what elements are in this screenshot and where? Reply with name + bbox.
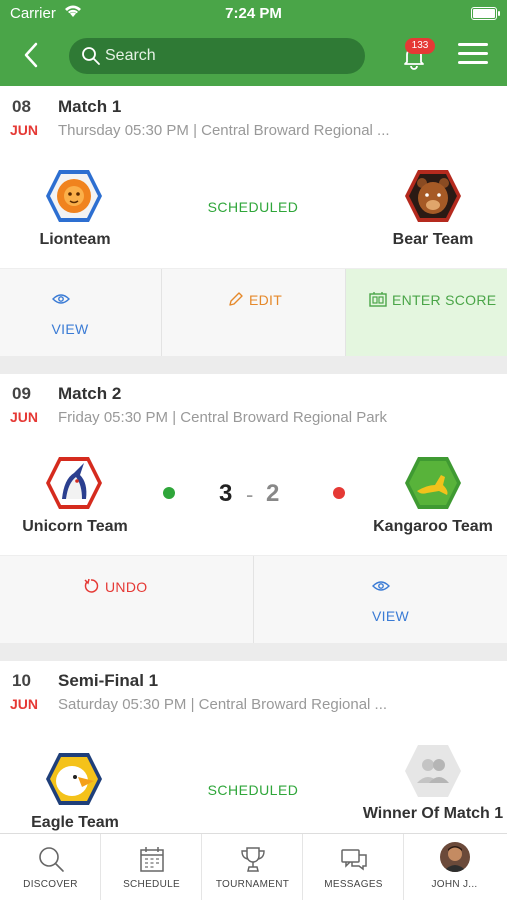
match-card[interactable]: 08 JUN Match 1 Thursday 05:30 PM | Centr… [0, 86, 507, 357]
home-team-name: Unicorn Team [22, 518, 128, 535]
eye-icon [372, 581, 390, 591]
unicorn-team-logo [46, 457, 102, 509]
undo-icon [84, 578, 99, 593]
lion-team-logo [46, 170, 102, 222]
match-status: SCHEDULED [207, 782, 299, 798]
away-team-name: Winner Of Match 1 [362, 805, 504, 822]
tab-label: MESSAGES [324, 879, 383, 890]
match-subtitle: Saturday 05:30 PM | Central Broward Regi… [58, 696, 388, 713]
avatar [440, 842, 470, 872]
tab-tournament[interactable]: TOURNAMENT [202, 834, 303, 900]
undo-button[interactable]: UNDO [0, 556, 254, 644]
score-separator: - [246, 482, 254, 507]
bear-team-logo [405, 170, 461, 222]
tab-profile[interactable]: JOHN J... [404, 834, 507, 900]
match-day: 10 [12, 671, 31, 690]
search-icon [39, 847, 64, 872]
view-button[interactable]: VIEW [254, 556, 507, 644]
match-title: Match 1 [58, 97, 122, 116]
view-label: VIEW [51, 321, 89, 337]
tab-schedule[interactable]: SCHEDULE [101, 834, 202, 900]
section-separator [0, 356, 507, 374]
away-indicator-dot [333, 487, 345, 499]
search-icon [82, 47, 100, 65]
search-bar[interactable] [69, 38, 365, 74]
match-month: JUN [10, 122, 39, 138]
enter-score-button[interactable]: ENTER SCORE [346, 269, 507, 357]
tab-messages[interactable]: MESSAGES [303, 834, 404, 900]
view-label: VIEW [372, 608, 409, 624]
match-subtitle: Friday 05:30 PM | Central Broward Region… [58, 409, 388, 426]
scoreboard-icon [369, 292, 387, 307]
match-day: 08 [12, 97, 31, 116]
match-card[interactable]: 09 JUN Match 2 Friday 05:30 PM | Central… [0, 374, 507, 644]
notification-badge: 133 [405, 38, 435, 54]
placeholder-team-logo [405, 745, 461, 797]
match-month: JUN [10, 409, 39, 425]
home-indicator-dot [163, 487, 175, 499]
enter-score-label: ENTER SCORE [392, 292, 497, 308]
away-score: 2 [266, 480, 280, 507]
match-title: Semi-Final 1 [58, 671, 159, 690]
undo-label: UNDO [105, 579, 148, 595]
edit-label: EDIT [249, 292, 283, 308]
view-button[interactable]: VIEW [0, 269, 162, 357]
match-actions: UNDO VIEW [0, 555, 507, 644]
eye-icon [52, 294, 70, 304]
edit-button[interactable]: EDIT [162, 269, 346, 357]
tab-label: DISCOVER [23, 879, 78, 890]
clock: 7:24 PM [225, 5, 282, 22]
tab-discover[interactable]: DISCOVER [0, 834, 101, 900]
away-team-name: Kangaroo Team [373, 518, 493, 535]
tab-label: TOURNAMENT [215, 879, 290, 890]
match-card[interactable]: 10 JUN Semi-Final 1 Saturday 05:30 PM | … [0, 661, 507, 833]
match-actions: VIEW EDIT ENTER SCORE [0, 268, 507, 357]
section-separator [0, 643, 507, 661]
back-arrow-icon[interactable] [18, 40, 48, 70]
hamburger-menu-icon[interactable] [458, 43, 488, 67]
kangaroo-team-logo [405, 457, 461, 509]
match-title: Match 2 [58, 384, 122, 403]
match-status: SCHEDULED [207, 199, 299, 215]
calendar-icon [140, 847, 164, 872]
home-team-name: Eagle Team [31, 814, 119, 831]
tab-label: JOHN J... [431, 879, 478, 890]
match-subtitle: Thursday 05:30 PM | Central Broward Regi… [58, 122, 390, 139]
match-day: 09 [12, 384, 31, 403]
home-score: 3 [219, 480, 233, 507]
search-input[interactable] [105, 38, 355, 74]
home-team-name: Lionteam [39, 231, 111, 248]
tab-label: SCHEDULE [123, 879, 180, 890]
match-month: JUN [10, 696, 39, 712]
app-header: 133 [0, 28, 507, 86]
eagle-team-logo [46, 753, 102, 805]
chat-icon [341, 849, 367, 871]
battery-icon [471, 7, 500, 20]
pencil-icon [229, 292, 243, 306]
bottom-tab-bar: DISCOVER SCHEDULE TOURNAMENT MESSAGES JO… [0, 833, 507, 900]
status-bar: Carrier 7:24 PM [0, 0, 507, 28]
away-team-name: Bear Team [392, 231, 474, 248]
trophy-icon [241, 847, 265, 872]
